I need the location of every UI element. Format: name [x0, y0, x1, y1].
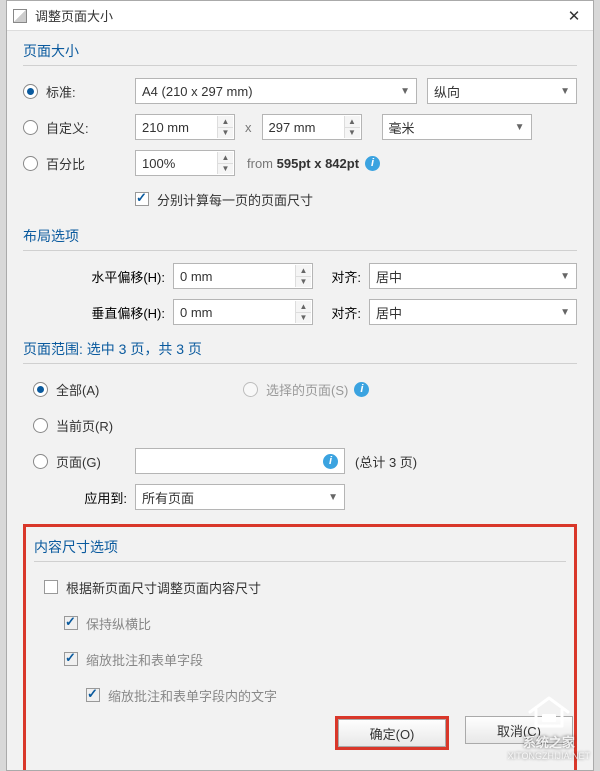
chevron-down-icon: ▼ — [328, 492, 338, 503]
keep-aspect-checkbox — [64, 616, 78, 630]
page-size-group: 页面大小 标准: A4 (210 x 297 mm) ▼ 纵向 ▼ — [23, 41, 577, 212]
all-pages-radio[interactable] — [33, 382, 48, 397]
v-align-value: 居中 — [376, 303, 402, 322]
selected-pages-label: 选择的页面(S) — [266, 380, 348, 399]
layout-group: 布局选项 水平偏移(H): 0 mm ▲▼ 对齐: 居中 ▼ 垂直偏移(H): … — [23, 226, 577, 325]
times-label: x — [245, 120, 252, 135]
close-button[interactable]: ✕ — [555, 2, 593, 30]
align-label-v: 对齐: — [313, 303, 369, 322]
titlebar: 调整页面大小 ✕ — [7, 1, 593, 31]
chevron-down-icon: ▼ — [515, 122, 525, 133]
unit-value: 毫米 — [389, 118, 415, 137]
dialog-body: 页面大小 标准: A4 (210 x 297 mm) ▼ 纵向 ▼ — [7, 31, 593, 770]
spinner-buttons[interactable]: ▲▼ — [295, 265, 311, 287]
selected-pages-radio — [243, 382, 258, 397]
chevron-down-icon: ▼ — [400, 86, 410, 97]
pages-input[interactable]: i — [135, 448, 345, 474]
v-offset-value: 0 mm — [180, 305, 213, 320]
calc-each-checkbox[interactable] — [135, 192, 149, 206]
h-offset-input[interactable]: 0 mm ▲▼ — [173, 263, 313, 289]
current-page-radio[interactable] — [33, 418, 48, 433]
paper-size-value: A4 (210 x 297 mm) — [142, 84, 253, 99]
percent-value: 100% — [142, 156, 175, 171]
current-page-label: 当前页(R) — [56, 416, 113, 435]
v-align-select[interactable]: 居中 ▼ — [369, 299, 577, 325]
apply-to-label: 应用到: — [23, 488, 135, 507]
scale-annot-text-label: 缩放批注和表单字段内的文字 — [108, 686, 277, 705]
percent-radio[interactable] — [23, 156, 38, 171]
dialog-buttons: 确定(O) 取消(C) — [335, 716, 573, 750]
custom-label: 自定义: — [46, 118, 89, 137]
v-offset-label: 垂直偏移(H): — [23, 303, 173, 322]
scale-annot-label: 缩放批注和表单字段 — [86, 650, 203, 669]
scale-annot-checkbox — [64, 652, 78, 666]
keep-aspect-label: 保持纵横比 — [86, 614, 151, 633]
page-size-title: 页面大小 — [23, 41, 577, 66]
cancel-button[interactable]: 取消(C) — [465, 716, 573, 744]
spinner-buttons[interactable]: ▲▼ — [295, 301, 311, 323]
app-icon — [13, 9, 27, 23]
resize-content-label: 根据新页面尺寸调整页面内容尺寸 — [66, 578, 261, 597]
paper-size-select[interactable]: A4 (210 x 297 mm) ▼ — [135, 78, 417, 104]
chevron-down-icon: ▼ — [560, 271, 570, 282]
all-pages-label: 全部(A) — [56, 380, 99, 399]
pages-radio[interactable] — [33, 454, 48, 469]
h-offset-value: 0 mm — [180, 269, 213, 284]
spinner-buttons[interactable]: ▲▼ — [344, 116, 360, 138]
ok-button[interactable]: 确定(O) — [338, 719, 446, 747]
resize-content-checkbox[interactable] — [44, 580, 58, 594]
info-icon[interactable]: i — [365, 156, 380, 171]
page-range-title: 页面范围: 选中 3 页，共 3 页 — [23, 339, 577, 364]
standard-radio[interactable] — [23, 84, 38, 99]
spinner-buttons[interactable]: ▲▼ — [217, 116, 233, 138]
align-label-h: 对齐: — [313, 267, 369, 286]
custom-height-input[interactable]: 297 mm ▲▼ — [262, 114, 362, 140]
info-icon[interactable]: i — [354, 382, 369, 397]
custom-radio[interactable] — [23, 120, 38, 135]
custom-width-input[interactable]: 210 mm ▲▼ — [135, 114, 235, 140]
layout-title: 布局选项 — [23, 226, 577, 251]
apply-to-select[interactable]: 所有页面 ▼ — [135, 484, 345, 510]
orientation-value: 纵向 — [434, 82, 460, 101]
from-text: from 595pt x 842pt — [247, 156, 359, 171]
orientation-select[interactable]: 纵向 ▼ — [427, 78, 577, 104]
content-size-title: 内容尺寸选项 — [34, 537, 566, 562]
pages-label: 页面(G) — [56, 452, 101, 471]
window-title: 调整页面大小 — [35, 6, 555, 25]
percent-label: 百分比 — [46, 154, 85, 173]
spinner-buttons[interactable]: ▲▼ — [217, 152, 233, 174]
standard-label: 标准: — [46, 82, 76, 101]
calc-each-label: 分别计算每一页的页面尺寸 — [157, 190, 313, 209]
unit-select[interactable]: 毫米 ▼ — [382, 114, 532, 140]
apply-to-value: 所有页面 — [142, 488, 194, 507]
resize-page-dialog: 调整页面大小 ✕ 页面大小 标准: A4 (210 x 297 mm) ▼ 纵向… — [6, 0, 594, 771]
scale-annot-text-checkbox — [86, 688, 100, 702]
percent-input[interactable]: 100% ▲▼ — [135, 150, 235, 176]
chevron-down-icon: ▼ — [560, 86, 570, 97]
ok-highlight: 确定(O) — [335, 716, 449, 750]
custom-width-value: 210 mm — [142, 120, 189, 135]
h-align-select[interactable]: 居中 ▼ — [369, 263, 577, 289]
page-range-group: 页面范围: 选中 3 页，共 3 页 全部(A) 选择的页面(S) i 当前页(… — [23, 339, 577, 510]
v-offset-input[interactable]: 0 mm ▲▼ — [173, 299, 313, 325]
h-align-value: 居中 — [376, 267, 402, 286]
total-pages-text: (总计 3 页) — [355, 452, 417, 471]
chevron-down-icon: ▼ — [560, 307, 570, 318]
custom-height-value: 297 mm — [269, 120, 316, 135]
info-icon[interactable]: i — [323, 454, 338, 469]
h-offset-label: 水平偏移(H): — [23, 267, 173, 286]
